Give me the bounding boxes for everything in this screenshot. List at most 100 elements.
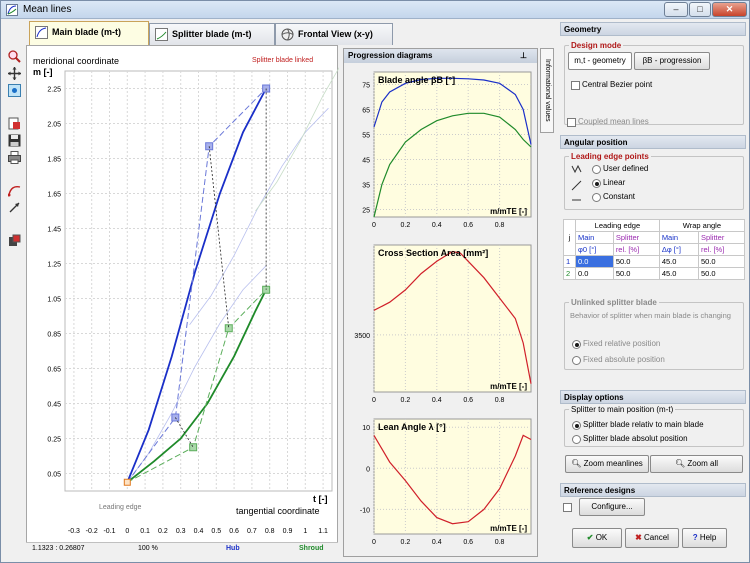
unlinked-splitter-group: Unlinked splitter blade Behavior of spli… (564, 298, 744, 370)
x-tick-label: 0.8 (495, 539, 505, 546)
y-tick-label: 1.45 (47, 227, 61, 234)
frontal-view-icon (281, 28, 294, 41)
y-tick-label: -10 (360, 507, 370, 514)
zoom-icon[interactable] (7, 49, 21, 63)
geometry-header: Geometry (560, 22, 746, 36)
configure-button[interactable]: Configure... (579, 498, 645, 516)
properties-panel: Geometry Design mode m,t - geometry βB -… (559, 21, 749, 557)
x-tick-label: 0.4 (432, 539, 442, 546)
coupled-mean-lines-checkbox[interactable]: Coupled mean lines (567, 117, 649, 127)
splitter-position-label: Splitter to main position (m-t) (569, 405, 676, 414)
checkmark-icon: ✔ (586, 533, 596, 542)
cell-phi0[interactable]: 0.0 (575, 267, 614, 280)
zoom-meanlines-label: Zoom meanlines (583, 459, 643, 468)
zoom-meanlines-button[interactable]: 🔍︎ Zoom meanlines (565, 455, 649, 473)
progression-chart-area (373, 71, 532, 218)
y-tick-label: 65 (362, 108, 370, 115)
tab-splitter-blade[interactable]: Splitter blade (m-t) (149, 23, 275, 45)
export-icon[interactable] (7, 116, 21, 130)
le-user-defined-radio[interactable]: User defined (592, 164, 648, 174)
tab-main-blade[interactable]: Main blade (m-t) (29, 21, 149, 46)
progression-x-label: m/mTE [-] (490, 524, 527, 533)
x-axis-title: tangential coordinate (236, 506, 320, 516)
hub-legend: Hub (226, 545, 240, 552)
y-tick-label: 0.25 (47, 437, 61, 444)
settings-icon[interactable] (7, 233, 21, 247)
cell-phi0[interactable]: 0.0 (575, 255, 614, 268)
unit-rel: rel. [%] (697, 243, 746, 256)
curve-icon[interactable] (7, 183, 21, 197)
y-tick-label: 1.25 (47, 262, 61, 269)
zoom-all-button[interactable]: 🔍︎ Zoom all (650, 455, 743, 473)
leading-edge-label: Leading edge (99, 504, 142, 511)
unit-dphi: Δφ [°] (658, 243, 699, 256)
le-linear-radio[interactable]: Linear (592, 178, 625, 188)
cell-le-rel[interactable]: 50.0 (612, 267, 660, 280)
minimize-button[interactable]: – (664, 2, 688, 17)
design-mode-group: Design mode m,t - geometry βB - progress… (564, 41, 744, 125)
title-bar: Mean lines – □ ✕ (1, 1, 749, 19)
sub-splitter: Splitter (697, 231, 746, 244)
splitter-icon (155, 28, 168, 41)
col-j-header: j (563, 219, 576, 256)
central-bezier-checkbox[interactable]: Central Bezier point (571, 80, 652, 90)
x-tick-label: -0.1 (103, 528, 115, 535)
y-tick-label: 75 (362, 83, 370, 90)
informational-values-tab[interactable]: Informational values (540, 48, 554, 133)
splitter-absolute-radio[interactable]: Splitter blade absolut position (572, 434, 688, 444)
sub-main: Main (575, 231, 614, 244)
leading-edge-points-group: Leading edge points User defined Linear … (564, 152, 744, 210)
unlinked-splitter-label: Unlinked splitter blade (569, 298, 659, 307)
x-tick-label: 0.5 (211, 528, 221, 535)
y-tick-label: 0.85 (47, 332, 61, 339)
mode-mt-geometry[interactable]: m,t - geometry (568, 52, 632, 70)
le-constant-radio[interactable]: Constant (592, 192, 635, 202)
cell-dphi[interactable]: 45.0 (658, 267, 699, 280)
progression-title: Progression diagrams (348, 51, 433, 60)
splitter-linked-label: Splitter blade linked (252, 57, 314, 64)
cell-wrap-rel[interactable]: 50.0 (697, 267, 746, 280)
cell-le-rel[interactable]: 50.0 (612, 255, 660, 268)
cursor-coords: 1.1323 : 0.26807 (32, 545, 85, 552)
x-tick-label: 0.4 (194, 528, 204, 535)
help-label: Help (699, 533, 717, 542)
progression-panel: Progression diagrams ⊥ 0 0.2 0.4 0.6 0.8 75 65 5… (343, 48, 538, 557)
app-icon (6, 4, 18, 16)
ok-button[interactable]: ✔ OK (572, 528, 622, 548)
fixed-relative-radio[interactable]: Fixed relative position (572, 339, 660, 349)
pan-icon[interactable] (7, 66, 21, 80)
x-tick-label: 0.6 (229, 528, 239, 535)
main-plot-frame[interactable]: -0.3 -0.2 -0.1 0 0.1 0.2 0.3 0.4 0.5 0.6 0.7 0.8 0.9… (26, 0, 390, 555)
tab-frontal-view[interactable]: Frontal View (x-y) (275, 23, 393, 45)
main-plot[interactable]: -0.3 -0.2 -0.1 0 0.1 0.2 0.3 0.4 0.5 0.6 0.7 0.8 0.9… (27, 0, 390, 543)
mode-beta-progression[interactable]: βB - progression (634, 52, 710, 70)
close-button[interactable]: ✕ (712, 2, 747, 17)
help-button[interactable]: ? Help (682, 528, 727, 548)
snap-icon[interactable] (7, 83, 21, 97)
fixed-absolute-radio[interactable]: Fixed absolute position (572, 355, 665, 365)
pin-icon[interactable]: ⊥ (520, 49, 527, 63)
progression-chart-area (373, 244, 532, 393)
x-tick-label: 0 (372, 222, 376, 229)
x-tick-label: 1 (303, 528, 307, 535)
cancel-button[interactable]: ✖ Cancel (625, 528, 679, 548)
splitter-relative-radio[interactable]: Splitter blade relativ to main blade (572, 420, 704, 430)
y-tick-label: 35 (362, 183, 370, 190)
design-mode-label: Design mode (569, 41, 624, 50)
cell-dphi[interactable]: 45.0 (658, 255, 699, 268)
sub-main: Main (658, 231, 699, 244)
y-tick-label: 2.05 (47, 122, 61, 129)
y-tick-label: 25 (362, 208, 370, 215)
x-tick-label: 0.8 (495, 222, 505, 229)
save-icon[interactable] (7, 133, 21, 147)
arrow-icon[interactable] (7, 200, 21, 214)
leading-edge-points-label: Leading edge points (569, 152, 651, 161)
maximize-button[interactable]: □ (689, 2, 711, 17)
toolbar (2, 46, 24, 551)
cell-wrap-rel[interactable]: 50.0 (697, 255, 746, 268)
row-index: 1 (563, 255, 576, 268)
y-tick-label: 10 (362, 425, 370, 432)
print-icon[interactable] (7, 150, 21, 164)
y-tick-label: 45 (362, 158, 370, 165)
unit-rel: rel. [%] (612, 243, 660, 256)
